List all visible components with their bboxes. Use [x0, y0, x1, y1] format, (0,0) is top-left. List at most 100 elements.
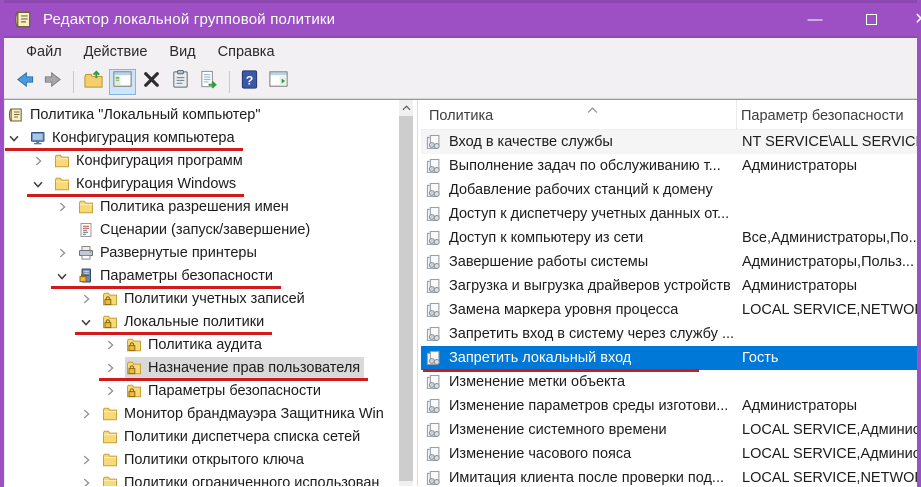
tree-item-content[interactable]: Развернутые принтеры [77, 242, 261, 263]
chevron-down-icon[interactable] [79, 314, 101, 330]
tree-item-content[interactable]: Параметры безопасности [125, 380, 325, 401]
policy-row[interactable]: Завершение работы системыАдминистраторы,… [421, 250, 917, 274]
menu-file[interactable]: Файл [15, 40, 73, 64]
tree-item[interactable]: Политика "Локальный компьютер" [5, 103, 413, 126]
policy-row[interactable]: Имитация клиента после проверки под...LO… [421, 466, 917, 486]
policy-name: Изменение параметров среды изготови... [449, 398, 737, 414]
show-console-tree-button[interactable] [109, 69, 136, 95]
tree-item-content[interactable]: Политика аудита [125, 334, 266, 355]
sort-ascending-icon [587, 102, 598, 109]
chevron-down-icon[interactable] [7, 130, 29, 146]
chevron-right-icon[interactable] [31, 153, 53, 169]
scroll-up-button[interactable] [399, 100, 413, 115]
tree-item-content[interactable]: Политика разрешения имен [77, 196, 293, 217]
policy-name: Добавление рабочих станций к домену [449, 182, 737, 198]
chevron-right-icon[interactable] [79, 291, 101, 307]
close-button[interactable]: ✕ [905, 0, 921, 38]
policy-row[interactable]: Изменение часового поясаLOCAL SERVICE,Ад… [421, 442, 917, 466]
policy-icon [425, 254, 443, 271]
menu-action[interactable]: Действие [73, 40, 159, 64]
tree-scrollbar[interactable] [399, 100, 413, 486]
policy-row[interactable]: Вход в качестве службыNT SERVICE\ALL SER… [421, 130, 917, 154]
policy-row[interactable]: Изменение метки объекта [421, 370, 917, 394]
tree-item[interactable]: Монитор брандмауэра Защитника Win [5, 402, 413, 425]
chevron-down-icon[interactable] [55, 268, 77, 284]
tree-item[interactable]: Локальные политики [5, 310, 413, 333]
properties-clipboard-icon [170, 69, 191, 95]
tree-item-content[interactable]: Локальные политики [101, 311, 268, 332]
delete-button[interactable] [138, 69, 165, 95]
tree-item[interactable]: Политики диспетчера списка сетей [5, 425, 413, 448]
menu-view[interactable]: Вид [158, 40, 206, 64]
column-header-policy[interactable]: Политика [421, 100, 737, 129]
chevron-right-icon[interactable] [103, 360, 125, 376]
show-action-pane-button[interactable] [265, 69, 292, 95]
forward-button[interactable] [40, 69, 67, 95]
security-setting: Администраторы [737, 158, 917, 174]
tree-item-content[interactable]: Политики учетных записей [101, 288, 309, 309]
maximize-button[interactable] [855, 0, 887, 38]
security-setting: NT SERVICE\ALL SERVICES [737, 134, 917, 150]
chevron-right-icon[interactable] [79, 452, 101, 468]
toggle-spacer [55, 222, 77, 238]
chevron-right-icon[interactable] [55, 245, 77, 261]
tree-item[interactable]: Конфигурация компьютера [5, 126, 413, 149]
tree-item-content[interactable]: Назначение прав пользователя [125, 357, 364, 378]
back-button[interactable] [11, 69, 38, 95]
chevron-down-icon[interactable] [31, 176, 53, 192]
policy-row[interactable]: Запретить вход в систему через службу ..… [421, 322, 917, 346]
properties-button[interactable] [167, 69, 194, 95]
tree-item[interactable]: Параметры безопасности [5, 264, 413, 287]
tree-item-content[interactable]: Конфигурация программ [53, 150, 247, 171]
up-one-level-button[interactable] [80, 69, 107, 95]
chevron-right-icon[interactable] [79, 475, 101, 487]
tree-item[interactable]: Политики открытого ключа [5, 448, 413, 471]
folder-icon [101, 475, 119, 487]
help-button[interactable]: ? [236, 69, 263, 95]
tree-item-content[interactable]: Конфигурация Windows [53, 173, 240, 194]
tree-item[interactable]: Политики учетных записей [5, 287, 413, 310]
tree-item-content[interactable]: Политики ограниченного использован [101, 472, 383, 486]
chevron-right-icon[interactable] [79, 406, 101, 422]
policy-icon [425, 302, 443, 319]
chevron-right-icon[interactable] [103, 383, 125, 399]
tree-item[interactable]: Параметры безопасности [5, 379, 413, 402]
policy-row[interactable]: Доступ к компьютеру из сетиВсе,Администр… [421, 226, 917, 250]
menu-help[interactable]: Справка [207, 40, 286, 64]
chevron-right-icon[interactable] [103, 337, 125, 353]
policy-row[interactable]: Изменение параметров среды изготови...Ад… [421, 394, 917, 418]
tree-item-content[interactable]: Политики диспетчера списка сетей [101, 426, 364, 447]
chevron-right-icon[interactable] [55, 199, 77, 215]
tree-item-content[interactable]: Параметры безопасности [77, 265, 277, 286]
tree-item[interactable]: Сценарии (запуск/завершение) [5, 218, 413, 241]
tree-item-content[interactable]: Сценарии (запуск/завершение) [77, 219, 314, 240]
policy-row[interactable]: Доступ к диспетчеру учетных данных от... [421, 202, 917, 226]
tree-item[interactable]: Назначение прав пользователя [5, 356, 413, 379]
tree-item-content[interactable]: Монитор брандмауэра Защитника Win [101, 403, 388, 424]
column-header-setting[interactable]: Параметр безопасности [737, 100, 917, 129]
policy-name: Запретить локальный вход [449, 350, 737, 366]
policy-row[interactable]: Выполнение задач по обслуживанию т...Адм… [421, 154, 917, 178]
security-setting: LOCAL SERVICE,NETWOR... [737, 302, 917, 318]
tree-item-content[interactable]: Политики открытого ключа [101, 449, 308, 470]
tree-item[interactable]: Политика разрешения имен [5, 195, 413, 218]
policy-row[interactable]: Запретить локальный входГость [421, 346, 917, 370]
policy-row[interactable]: Загрузка и выгрузка драйверов устройствА… [421, 274, 917, 298]
policy-row[interactable]: Добавление рабочих станций к домену [421, 178, 917, 202]
tree-item[interactable]: Конфигурация Windows [5, 172, 413, 195]
policy-row[interactable]: Изменение системного времениLOCAL SERVIC… [421, 418, 917, 442]
tree-item-content[interactable]: Политика "Локальный компьютер" [7, 104, 265, 125]
folder-icon [53, 153, 71, 169]
policy-icon [425, 134, 443, 151]
tree-item-content[interactable]: Конфигурация компьютера [29, 127, 239, 148]
tree-item[interactable]: Политики ограниченного использован [5, 471, 413, 486]
export-list-button[interactable] [196, 69, 223, 95]
minimize-button[interactable]: — [799, 0, 831, 38]
policy-name: Запретить вход в систему через службу ..… [449, 326, 737, 342]
policy-row[interactable]: Замена маркера уровня процессаLOCAL SERV… [421, 298, 917, 322]
tree-item[interactable]: Конфигурация программ [5, 149, 413, 172]
tree-item[interactable]: Развернутые принтеры [5, 241, 413, 264]
policy-icon [425, 398, 443, 415]
tree-item[interactable]: Политика аудита [5, 333, 413, 356]
scrollbar-thumb[interactable] [399, 116, 413, 481]
